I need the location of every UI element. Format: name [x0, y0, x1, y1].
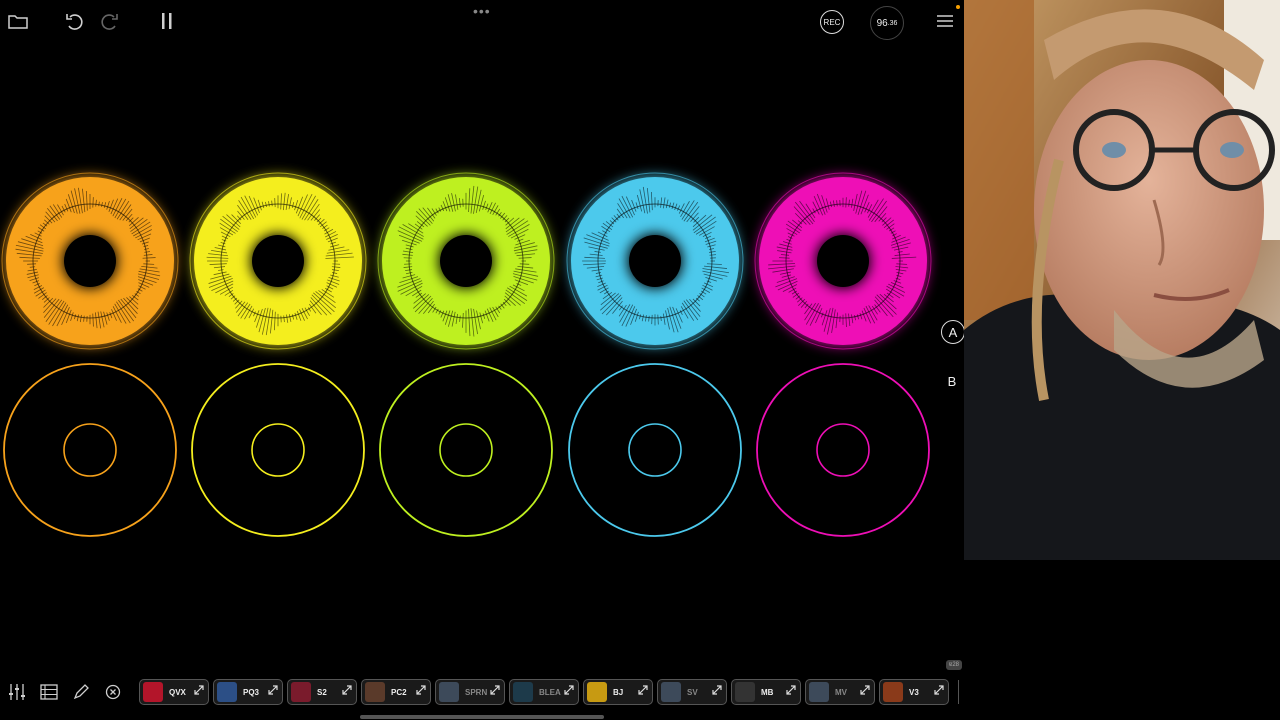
plugin-slot-pc2[interactable]: PC2: [361, 679, 431, 705]
plugin-slot-s2[interactable]: S2: [287, 679, 357, 705]
plugin-label: MV: [835, 687, 847, 697]
plugin-label: SPRN: [465, 687, 488, 697]
loopy-app: ••• REC 96.36 A B ɐ28 QVX PQ3 S2 PC2 SPRN BLE…: [0, 0, 964, 720]
loop-orange-top[interactable]: [1, 172, 179, 350]
loop-magenta-bottom[interactable]: [756, 363, 930, 537]
plugin-thumbnail: [365, 682, 385, 702]
expand-icon[interactable]: [859, 683, 871, 701]
expand-icon[interactable]: [933, 683, 945, 701]
loop-grid: [1, 172, 932, 537]
loop-cyan-bottom[interactable]: [568, 363, 742, 537]
plugin-label: SV: [687, 687, 698, 697]
plugin-thumbnail: [587, 682, 607, 702]
plugin-slot-sprn[interactable]: SPRN: [435, 679, 505, 705]
plugin-thumbnail: [661, 682, 681, 702]
plugin-label: QVX: [169, 687, 186, 697]
plugin-label: MB: [761, 687, 774, 697]
plugin-thumbnail: [883, 682, 903, 702]
bottom-toolbar: QVX PQ3 S2 PC2 SPRN BLEA BJ SV MB MV V3: [0, 676, 964, 708]
loop-magenta-top[interactable]: [754, 172, 932, 350]
scene-a-button[interactable]: A: [941, 320, 964, 344]
plugin-thumbnail: [809, 682, 829, 702]
expand-icon[interactable]: [785, 683, 797, 701]
plugin-slot-sv[interactable]: SV: [657, 679, 727, 705]
plugin-thumbnail: [291, 682, 311, 702]
home-indicator: [360, 715, 604, 719]
mixer-icon[interactable]: [5, 680, 29, 704]
loop-green-top[interactable]: [377, 172, 555, 350]
plugin-thumbnail: [513, 682, 533, 702]
expand-icon[interactable]: [563, 683, 575, 701]
corner-badge: ɐ28: [946, 660, 962, 670]
plugin-thumbnail: [217, 682, 237, 702]
plugin-thumbnail: [439, 682, 459, 702]
plugin-thumbnail: [735, 682, 755, 702]
toolbar-divider: [958, 680, 959, 704]
expand-icon[interactable]: [637, 683, 649, 701]
loop-green-bottom[interactable]: [379, 363, 553, 537]
plugin-thumbnail: [143, 682, 163, 702]
plugin-label: S2: [317, 687, 327, 697]
plugin-slot-bj[interactable]: BJ: [583, 679, 653, 705]
loop-orange-bottom[interactable]: [3, 363, 177, 537]
plugin-label: BLEA: [539, 687, 561, 697]
person-video-image: [964, 0, 1280, 560]
plugin-label: V3: [909, 687, 919, 697]
webcam-overlay: [964, 0, 1280, 560]
expand-icon[interactable]: [415, 683, 427, 701]
plugin-label: PC2: [391, 687, 407, 697]
plugin-slot-qvx[interactable]: QVX: [139, 679, 209, 705]
loop-yellow-top[interactable]: [189, 172, 367, 350]
plugin-slot-blea[interactable]: BLEA: [509, 679, 579, 705]
plugin-label: BJ: [613, 687, 624, 697]
expand-icon[interactable]: [341, 683, 353, 701]
plugin-slot-mv[interactable]: MV: [805, 679, 875, 705]
expand-icon[interactable]: [489, 683, 501, 701]
list-icon[interactable]: [37, 680, 61, 704]
expand-icon[interactable]: [267, 683, 279, 701]
expand-icon[interactable]: [193, 683, 205, 701]
plugin-label: PQ3: [243, 687, 260, 697]
plugin-slot-mb[interactable]: MB: [731, 679, 801, 705]
expand-icon[interactable]: [711, 683, 723, 701]
pencil-icon[interactable]: [69, 680, 93, 704]
loop-cyan-top[interactable]: [566, 172, 744, 350]
plugin-slot-v3[interactable]: V3: [879, 679, 949, 705]
scene-b-button[interactable]: B: [941, 370, 963, 392]
loop-yellow-bottom[interactable]: [191, 363, 365, 537]
plugin-slot-pq3[interactable]: PQ3: [213, 679, 283, 705]
clear-icon[interactable]: [101, 680, 125, 704]
